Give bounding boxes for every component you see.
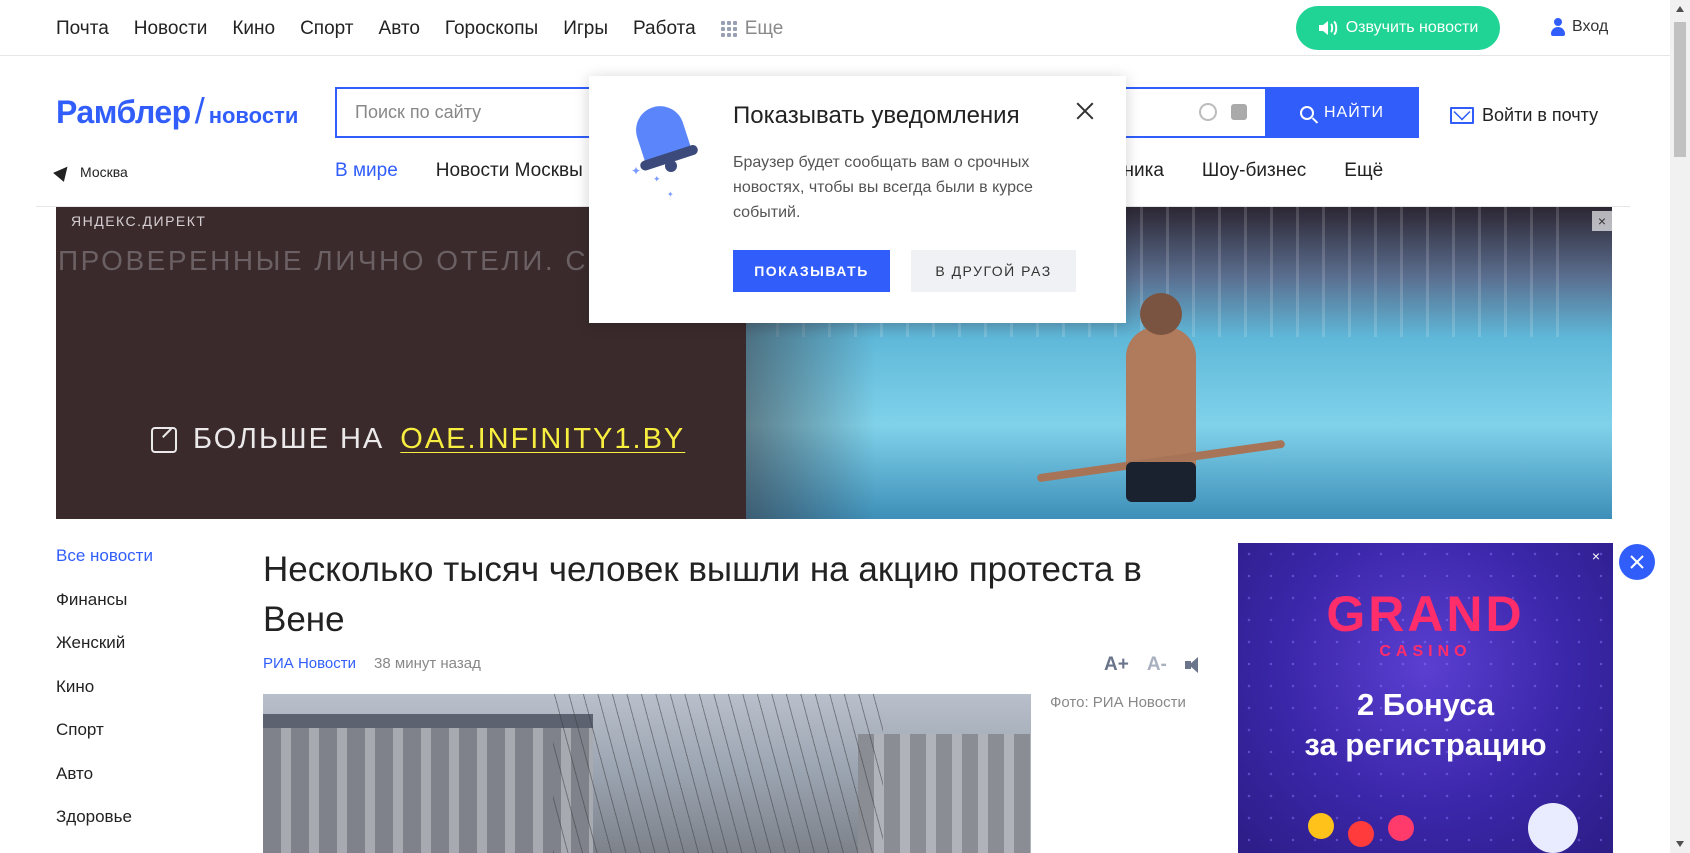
slot-icons — [1278, 793, 1578, 853]
logo-slash: / — [194, 90, 205, 131]
top-link-games[interactable]: Игры — [563, 18, 608, 40]
casino-offer-line1: 2 Бонуса — [1356, 687, 1495, 722]
voice-news-label: Озвучить новости — [1345, 19, 1479, 36]
ad-source-label: ЯНДЕКС.ДИРЕКТ — [71, 213, 207, 229]
ad-more-prefix: БОЛЬШЕ НА — [193, 423, 385, 455]
casino-offer: 2 Бонуса за регистрацию — [1238, 685, 1613, 765]
casino-logo: GRAND — [1326, 586, 1525, 642]
top-nav: Почта Новости Кино Спорт Авто Гороскопы … — [56, 18, 808, 40]
right-ad-close-icon[interactable]: × — [1587, 547, 1605, 565]
top-link-news[interactable]: Новости — [134, 18, 208, 40]
top-link-kino[interactable]: Кино — [232, 18, 275, 40]
building-right — [858, 734, 1031, 853]
photo-credit: Фото: РИА Новости — [1050, 694, 1186, 711]
popup-close-icon[interactable] — [1074, 100, 1096, 122]
category-nav: В мире Новости Москвы — [335, 160, 621, 182]
bell-icon: ✦ ✦ ✦ — [627, 99, 697, 199]
mail-login-label: Войти в почту — [1482, 105, 1599, 125]
city-label: Москва — [80, 164, 128, 180]
top-more-button[interactable]: Еще — [720, 18, 784, 40]
sidebar-item-kino[interactable]: Кино — [56, 676, 153, 720]
article-tools: A+ A- — [1104, 654, 1205, 676]
article-photo — [263, 694, 1031, 853]
speaker-icon — [1318, 20, 1337, 36]
later-button[interactable]: В ДРУГОЙ РАЗ — [911, 250, 1076, 292]
article-title: Несколько тысяч человек вышли на акцию п… — [263, 550, 1142, 639]
keyboard-icon[interactable] — [1231, 104, 1247, 120]
login-link[interactable]: Вход — [1550, 18, 1608, 36]
search-button[interactable]: НАЙТИ — [1265, 87, 1419, 138]
logo-section: новости — [208, 103, 299, 128]
building-left — [263, 728, 593, 853]
top-link-horoscopes[interactable]: Гороскопы — [445, 18, 538, 40]
article-meta: РИА Новости 38 минут назад — [263, 655, 481, 672]
globe-icon[interactable] — [1199, 103, 1217, 121]
mail-login-link[interactable]: Войти в почту — [1450, 105, 1598, 126]
category-world[interactable]: В мире — [335, 160, 398, 182]
ad-domain: OAE.INFINITY1.BY — [400, 423, 686, 455]
category-moscow[interactable]: Новости Москвы — [436, 160, 583, 182]
logo[interactable]: Рамблер / новости — [56, 90, 298, 132]
close-icon — [1630, 555, 1644, 569]
notification-popup: ✦ ✦ ✦ Показывать уведомления Браузер буд… — [589, 76, 1126, 323]
city-selector[interactable]: Москва — [53, 162, 128, 182]
article-time: 38 минут назад — [374, 655, 481, 672]
logo-brand: Рамблер — [56, 94, 191, 130]
article-source[interactable]: РИА Новости — [263, 655, 356, 672]
external-link-icon — [151, 426, 177, 453]
trees — [553, 694, 883, 853]
top-link-sport[interactable]: Спорт — [300, 18, 353, 40]
scrollbar[interactable] — [1670, 0, 1690, 853]
top-bar: Почта Новости Кино Спорт Авто Гороскопы … — [0, 0, 1670, 56]
sidebar-item-finance[interactable]: Финансы — [56, 589, 153, 633]
close-ad-button[interactable] — [1619, 544, 1655, 580]
sidebar-nav: Все новости Финансы Женский Кино Спорт А… — [56, 545, 153, 850]
scroll-thumb[interactable] — [1674, 22, 1686, 157]
casino-offer-line2: за регистрацию — [1304, 727, 1547, 762]
show-notifications-button[interactable]: ПОКАЗЫВАТЬ — [733, 250, 890, 292]
font-decrease-button[interactable]: A- — [1147, 654, 1167, 676]
sidebar-item-health[interactable]: Здоровье — [56, 806, 153, 850]
sidebar-item-sport[interactable]: Спорт — [56, 719, 153, 763]
search-button-label: НАЙТИ — [1324, 103, 1384, 121]
scroll-up-arrow-icon[interactable] — [1676, 6, 1684, 12]
ad-more-link[interactable]: БОЛЬШЕ НА OAE.INFINITY1.BY — [151, 423, 685, 456]
sidebar-item-women[interactable]: Женский — [56, 632, 153, 676]
scroll-down-arrow-icon[interactable] — [1676, 841, 1684, 847]
speaker-icon[interactable] — [1184, 656, 1205, 674]
popup-title: Показывать уведомления — [733, 102, 1020, 129]
ad-headline: ПРОВЕРЕННЫЕ ЛИЧНО ОТЕЛИ. С — [58, 245, 589, 276]
top-link-mail[interactable]: Почта — [56, 18, 109, 40]
location-arrow-icon — [53, 162, 73, 182]
envelope-icon — [1450, 107, 1474, 124]
sidebar-item-auto[interactable]: Авто — [56, 763, 153, 807]
page: Почта Новости Кино Спорт Авто Гороскопы … — [0, 0, 1690, 853]
top-link-jobs[interactable]: Работа — [633, 18, 696, 40]
popup-text: Браузер будет сообщать вам о срочных нов… — [733, 154, 1033, 221]
login-label: Вход — [1572, 18, 1609, 35]
user-icon — [1550, 18, 1566, 36]
category-showbiz[interactable]: Шоу-бизнес — [1202, 160, 1306, 182]
category-more[interactable]: Ещё — [1344, 160, 1383, 182]
top-more-label: Еще — [744, 18, 784, 39]
top-link-auto[interactable]: Авто — [379, 18, 420, 40]
search-icon — [1300, 105, 1314, 120]
ad-close-button[interactable]: × — [1592, 211, 1612, 231]
sidebar-item-all-news[interactable]: Все новости — [56, 545, 153, 589]
voice-news-button[interactable]: Озвучить новости — [1296, 6, 1500, 50]
right-casino-ad[interactable]: GRAND CASINO 2 Бонуса за регистрацию × — [1238, 543, 1613, 853]
font-increase-button[interactable]: A+ — [1104, 654, 1129, 676]
category-nav-right: хника Шоу-бизнес Ещё — [1114, 160, 1421, 182]
apps-grid-icon — [720, 21, 737, 37]
search-tools — [1199, 103, 1247, 121]
casino-sub: CASINO — [1379, 643, 1472, 660]
